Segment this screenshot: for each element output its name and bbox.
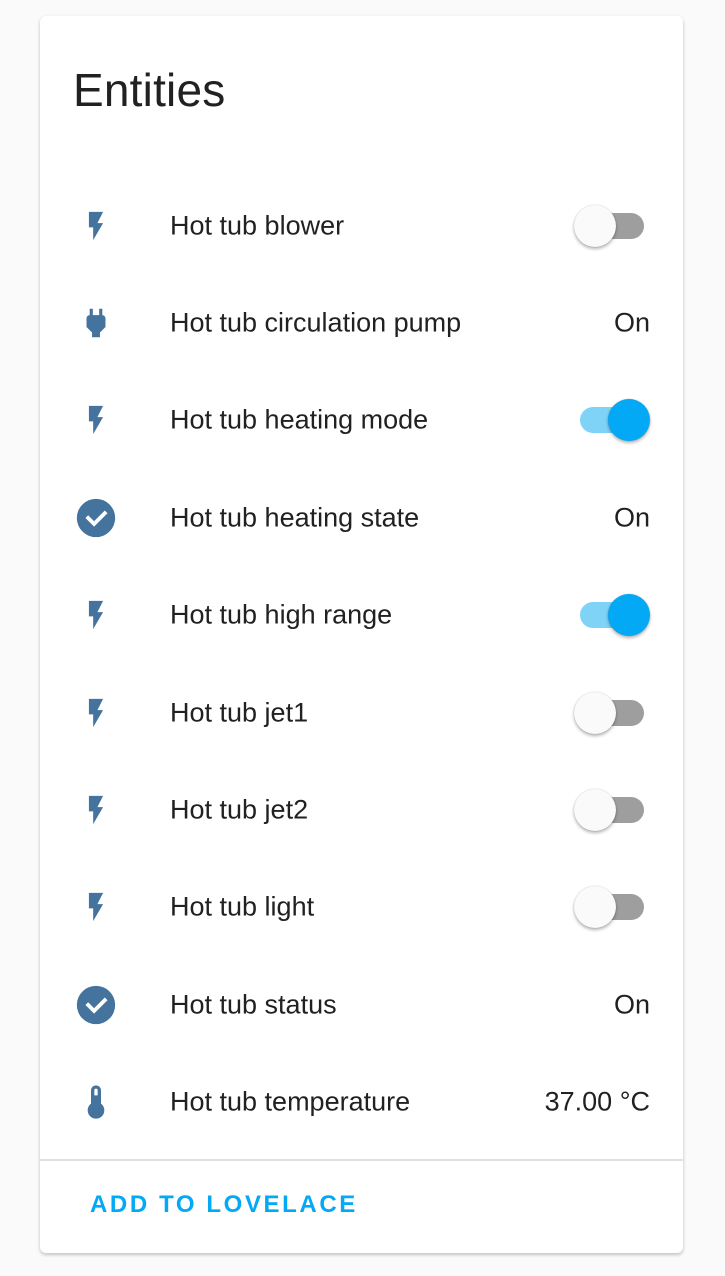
entity-state: On bbox=[613, 989, 650, 1020]
entity-name[interactable]: Hot tub temperature bbox=[170, 1087, 410, 1118]
entity-name[interactable]: Hot tub blower bbox=[170, 210, 344, 241]
entity-toggle[interactable] bbox=[574, 787, 650, 833]
check-circle-icon bbox=[71, 980, 121, 1030]
flash-icon bbox=[71, 395, 121, 445]
flash-icon bbox=[71, 201, 121, 251]
flash-icon bbox=[71, 882, 121, 932]
entity-state: 37.00 °C bbox=[544, 1086, 650, 1117]
toggle-thumb bbox=[574, 204, 616, 247]
check-circle-icon bbox=[71, 493, 121, 543]
entity-name[interactable]: Hot tub heating state bbox=[170, 502, 419, 533]
entity-toggle[interactable] bbox=[574, 397, 650, 443]
entity-state: On bbox=[613, 502, 650, 533]
entity-row[interactable]: Hot tub heating state On bbox=[40, 469, 683, 566]
thermometer-icon bbox=[71, 1077, 121, 1127]
entity-row[interactable]: Hot tub circulation pump On bbox=[40, 274, 683, 371]
entity-toggle[interactable] bbox=[574, 592, 650, 638]
entity-toggle[interactable] bbox=[574, 203, 650, 249]
flash-icon bbox=[71, 590, 121, 640]
entity-row[interactable]: Hot tub status On bbox=[40, 956, 683, 1053]
entity-row[interactable]: Hot tub temperature 37.00 °C bbox=[40, 1054, 683, 1151]
entity-name[interactable]: Hot tub high range bbox=[170, 600, 392, 631]
toggle-thumb bbox=[608, 399, 650, 442]
toggle-thumb bbox=[574, 691, 616, 734]
entities-card: Entities Hot tub blower Hot tub circulati… bbox=[40, 16, 683, 1253]
toggle-thumb bbox=[574, 788, 616, 831]
entity-row[interactable]: Hot tub light bbox=[40, 859, 683, 956]
entity-name[interactable]: Hot tub light bbox=[170, 892, 314, 923]
card-actions-divider bbox=[40, 1159, 683, 1161]
flash-icon bbox=[71, 688, 121, 738]
entity-name[interactable]: Hot tub jet2 bbox=[170, 794, 308, 825]
entity-row[interactable]: Hot tub jet1 bbox=[40, 664, 683, 761]
entity-row[interactable]: Hot tub blower bbox=[40, 177, 683, 274]
card-title: Entities bbox=[73, 64, 226, 116]
entity-name[interactable]: Hot tub circulation pump bbox=[170, 307, 461, 338]
entity-row[interactable]: Hot tub jet2 bbox=[40, 761, 683, 858]
entity-name[interactable]: Hot tub status bbox=[170, 989, 337, 1020]
toggle-thumb bbox=[574, 886, 616, 929]
toggle-thumb bbox=[608, 594, 650, 637]
entity-toggle[interactable] bbox=[574, 884, 650, 930]
flash-icon bbox=[71, 785, 121, 835]
add-to-lovelace-button[interactable]: ADD TO LOVELACE bbox=[76, 1182, 372, 1228]
entity-row[interactable]: Hot tub high range bbox=[40, 567, 683, 664]
entity-toggle[interactable] bbox=[574, 690, 650, 736]
power-plug-icon bbox=[71, 298, 121, 348]
entity-state: On bbox=[613, 307, 650, 338]
entity-row[interactable]: Hot tub heating mode bbox=[40, 372, 683, 469]
entity-name[interactable]: Hot tub jet1 bbox=[170, 697, 308, 728]
entity-name[interactable]: Hot tub heating mode bbox=[170, 405, 428, 436]
